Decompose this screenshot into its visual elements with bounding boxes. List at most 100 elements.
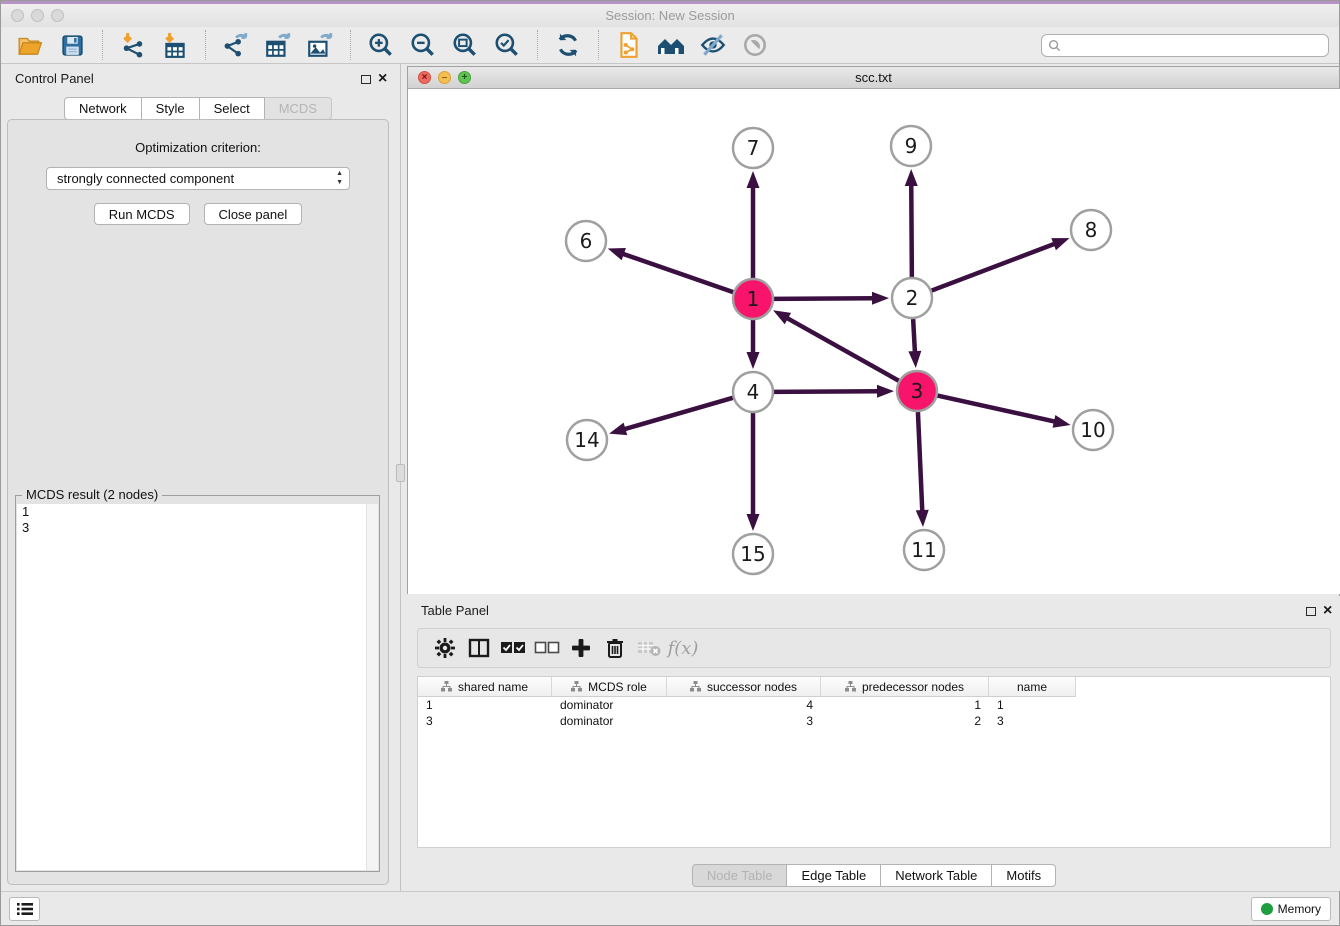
control-panel: Control Panel × NetworkStyleSelectMCDS O… bbox=[1, 64, 395, 893]
save-session-icon[interactable] bbox=[56, 29, 88, 61]
graph-edge-arrowhead bbox=[747, 171, 760, 188]
search-input[interactable] bbox=[1041, 34, 1329, 57]
mcds-result-list[interactable]: 13 bbox=[17, 504, 378, 870]
graph-node-label: 11 bbox=[911, 538, 936, 562]
delete-row-icon[interactable] bbox=[598, 633, 632, 663]
refresh-view-icon[interactable] bbox=[552, 29, 584, 61]
network-canvas-svg[interactable]: 1234678910111415 bbox=[408, 89, 1340, 594]
graph-edge-3-1[interactable] bbox=[786, 318, 899, 381]
control-tab-style[interactable]: Style bbox=[142, 97, 200, 120]
toolbar-separator bbox=[350, 30, 351, 60]
column-tree-icon bbox=[845, 681, 856, 692]
graph-edge-4-3[interactable] bbox=[774, 391, 879, 392]
optimization-criterion-select[interactable]: strongly connected component ▲▼ bbox=[46, 167, 350, 190]
graph-edge-4-14[interactable] bbox=[624, 398, 733, 430]
control-panel-tabs: NetworkStyleSelectMCDS bbox=[1, 97, 395, 120]
clone-network-icon[interactable] bbox=[613, 29, 645, 61]
control-tab-mcds[interactable]: MCDS bbox=[265, 97, 332, 120]
graph-node-label: 3 bbox=[911, 379, 924, 403]
export-network-icon[interactable] bbox=[220, 29, 252, 61]
zoom-selected-icon[interactable] bbox=[491, 29, 523, 61]
table-cell[interactable]: 4 bbox=[667, 697, 821, 713]
run-mcds-button[interactable]: Run MCDS bbox=[94, 203, 190, 225]
delete-table-icon bbox=[632, 633, 666, 663]
import-table-icon[interactable] bbox=[159, 29, 191, 61]
function-builder-icon: f(x) bbox=[666, 633, 700, 663]
zoom-fit-icon[interactable] bbox=[449, 29, 481, 61]
optimization-criterion-label: Optimization criterion: bbox=[8, 140, 388, 155]
table-cell[interactable]: 1 bbox=[821, 697, 989, 713]
toolbar-separator bbox=[598, 30, 599, 60]
hide-selected-icon[interactable] bbox=[697, 29, 729, 61]
memory-button[interactable]: Memory bbox=[1251, 897, 1331, 921]
table-cell[interactable]: 1 bbox=[989, 697, 1076, 713]
float-panel-icon[interactable] bbox=[361, 75, 371, 84]
table-row[interactable]: 1dominator411 bbox=[418, 697, 1330, 713]
graph-edge-3-11[interactable] bbox=[918, 412, 922, 512]
graph-edge-2-3[interactable] bbox=[913, 319, 915, 353]
table-tab-motifs[interactable]: Motifs bbox=[992, 864, 1056, 887]
column-header-label: MCDS role bbox=[588, 680, 647, 694]
column-header-predecessor-nodes[interactable]: predecessor nodes bbox=[821, 677, 989, 697]
table-float-icon[interactable] bbox=[1306, 607, 1316, 616]
table-cell[interactable]: 2 bbox=[821, 713, 989, 729]
column-tree-icon bbox=[690, 681, 701, 692]
main-toolbar bbox=[1, 27, 1339, 64]
mcds-result-group: MCDS result (2 nodes) 13 bbox=[15, 495, 380, 872]
graph-edge-arrowhead bbox=[773, 310, 791, 324]
table-cell[interactable]: 3 bbox=[989, 713, 1076, 729]
open-session-icon[interactable] bbox=[14, 29, 46, 61]
table-tab-node-table[interactable]: Node Table bbox=[692, 864, 788, 887]
table-tab-edge-table[interactable]: Edge Table bbox=[787, 864, 881, 887]
column-header-label: name bbox=[1017, 680, 1047, 694]
network-minimize-button[interactable]: – bbox=[438, 71, 451, 84]
graph-edge-1-2[interactable] bbox=[774, 298, 874, 299]
graph-node-label: 7 bbox=[747, 136, 760, 160]
network-view-window: × – + scc.txt 1234678910111415 bbox=[407, 66, 1340, 594]
table-cell[interactable]: 3 bbox=[418, 713, 552, 729]
graph-node-label: 14 bbox=[574, 428, 599, 452]
graph-edge-arrowhead bbox=[747, 514, 760, 531]
column-header-successor-nodes[interactable]: successor nodes bbox=[667, 677, 821, 697]
close-panel-button[interactable]: Close panel bbox=[204, 203, 303, 225]
table-cell[interactable]: dominator bbox=[552, 713, 667, 729]
network-close-button[interactable]: × bbox=[418, 71, 431, 84]
table-cell[interactable]: dominator bbox=[552, 697, 667, 713]
graph-edge-arrowhead bbox=[1051, 238, 1069, 250]
graph-edge-2-8[interactable] bbox=[932, 243, 1056, 290]
graph-edge-2-9[interactable] bbox=[911, 184, 912, 277]
table-settings-icon[interactable] bbox=[428, 633, 462, 663]
network-maximize-button[interactable]: + bbox=[458, 71, 471, 84]
select-all-rows-icon[interactable] bbox=[496, 633, 530, 663]
table-close-icon[interactable]: × bbox=[1323, 603, 1332, 619]
mcds-result-title: MCDS result (2 nodes) bbox=[22, 487, 162, 502]
table-cell[interactable]: 1 bbox=[418, 697, 552, 713]
column-header-MCDS-role[interactable]: MCDS role bbox=[552, 677, 667, 697]
deselect-all-rows-icon[interactable] bbox=[530, 633, 564, 663]
column-visibility-icon[interactable] bbox=[462, 633, 496, 663]
search-icon bbox=[1048, 39, 1061, 52]
close-panel-icon[interactable]: × bbox=[378, 71, 387, 87]
status-bar: Memory bbox=[1, 891, 1339, 925]
first-neighbors-icon[interactable] bbox=[655, 29, 687, 61]
graph-edge-1-6[interactable] bbox=[622, 253, 733, 292]
table-row[interactable]: 3dominator323 bbox=[418, 713, 1330, 729]
add-row-icon[interactable] bbox=[564, 633, 598, 663]
import-network-icon[interactable] bbox=[117, 29, 149, 61]
panel-splitter-grip[interactable] bbox=[396, 464, 405, 482]
table-tab-network-table[interactable]: Network Table bbox=[881, 864, 992, 887]
control-tab-network[interactable]: Network bbox=[64, 97, 142, 120]
column-header-name[interactable]: name bbox=[989, 677, 1076, 697]
control-tab-select[interactable]: Select bbox=[200, 97, 265, 120]
node-table[interactable]: shared name MCDS role successor nodesprede… bbox=[417, 676, 1331, 848]
export-table-icon[interactable] bbox=[262, 29, 294, 61]
table-cell[interactable]: 3 bbox=[667, 713, 821, 729]
show-all-icon[interactable] bbox=[739, 29, 771, 61]
graph-edge-3-10[interactable] bbox=[938, 396, 1056, 422]
task-history-button[interactable] bbox=[9, 897, 40, 921]
column-header-shared-name[interactable]: shared name bbox=[418, 677, 552, 697]
zoom-out-icon[interactable] bbox=[407, 29, 439, 61]
zoom-in-icon[interactable] bbox=[365, 29, 397, 61]
result-scrollbar[interactable] bbox=[366, 504, 378, 870]
export-image-icon[interactable] bbox=[304, 29, 336, 61]
